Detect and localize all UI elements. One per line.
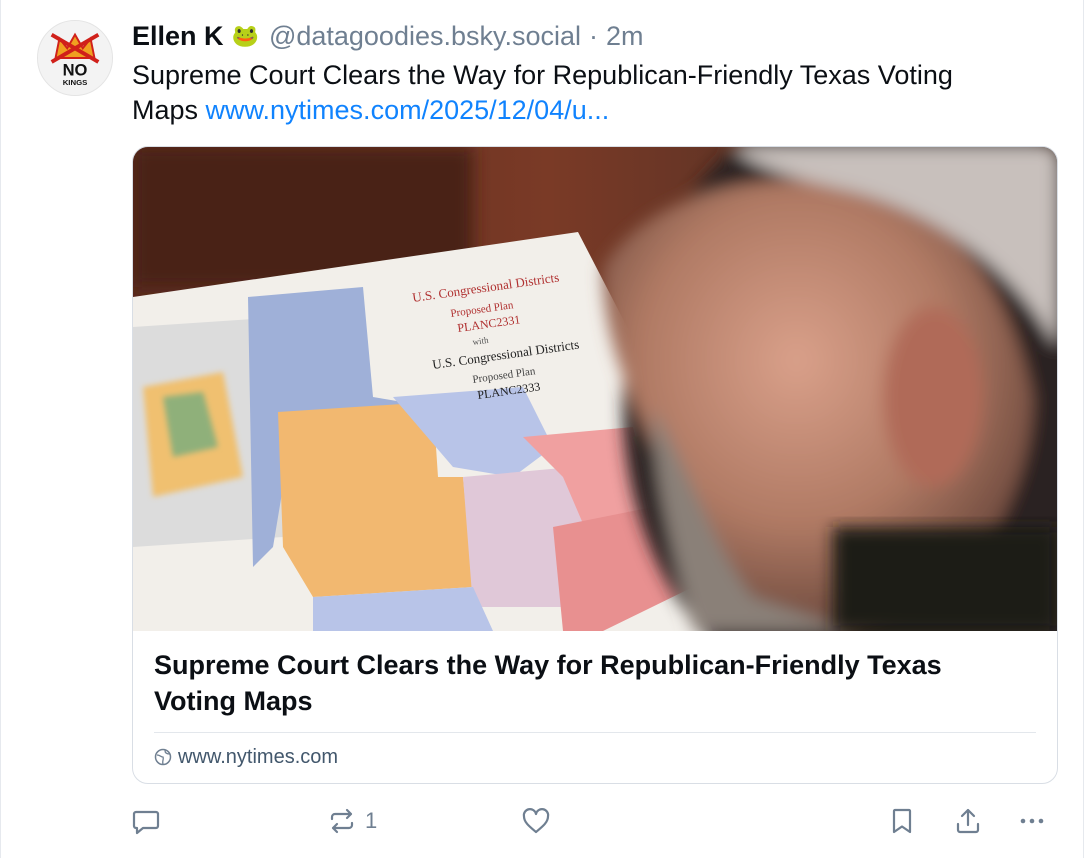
post-text: Supreme Court Clears the Way for Republi… (132, 58, 1022, 128)
ellipsis-icon (1020, 818, 1044, 824)
card-divider (154, 732, 1036, 733)
globe-icon (154, 748, 172, 766)
reply-button[interactable] (131, 806, 161, 836)
repost-count: 1 (365, 808, 378, 833)
post-header: Ellen K 🐸 @datagoodies.bsky.social · 2m (132, 18, 644, 54)
repost-arrows-icon (330, 808, 354, 834)
author-handle[interactable]: @datagoodies.bsky.social (269, 21, 581, 52)
avatar-text-kings: KINGS (63, 78, 88, 87)
author-name[interactable]: Ellen K (132, 21, 224, 52)
bookmark-button[interactable] (887, 806, 917, 836)
share-upload-icon (956, 808, 980, 834)
post-link[interactable]: www.nytimes.com/2025/12/04/u... (206, 95, 610, 125)
frog-emoji: 🐸 (231, 23, 259, 48)
speech-bubble-icon (132, 810, 160, 835)
link-preview-card[interactable]: U.S. Congressional Districts Proposed Pl… (132, 146, 1058, 784)
card-title[interactable]: Supreme Court Clears the Way for Republi… (154, 647, 1014, 719)
share-button[interactable] (953, 806, 983, 836)
repost-button[interactable]: 1 (327, 806, 377, 836)
post-container[interactable]: NO KINGS Ellen K 🐸 @datagoodies.bsky.soc… (0, 0, 1084, 858)
avatar-no-kings-image: NO KINGS (38, 21, 112, 95)
avatar-text-no: NO (63, 61, 88, 80)
like-button[interactable] (521, 806, 551, 836)
bookmark-icon (892, 808, 912, 834)
card-domain-text: www.nytimes.com (178, 745, 339, 768)
post-actions-bar: 1 (1, 800, 1084, 844)
header-separator: · (589, 20, 599, 51)
post-timestamp[interactable]: 2m (606, 21, 644, 52)
card-thumbnail-image: U.S. Congressional Districts Proposed Pl… (133, 147, 1057, 631)
more-options-button[interactable] (1017, 806, 1047, 836)
card-domain: www.nytimes.com (154, 743, 338, 771)
author-avatar[interactable]: NO KINGS (37, 20, 113, 96)
heart-icon (522, 808, 550, 834)
